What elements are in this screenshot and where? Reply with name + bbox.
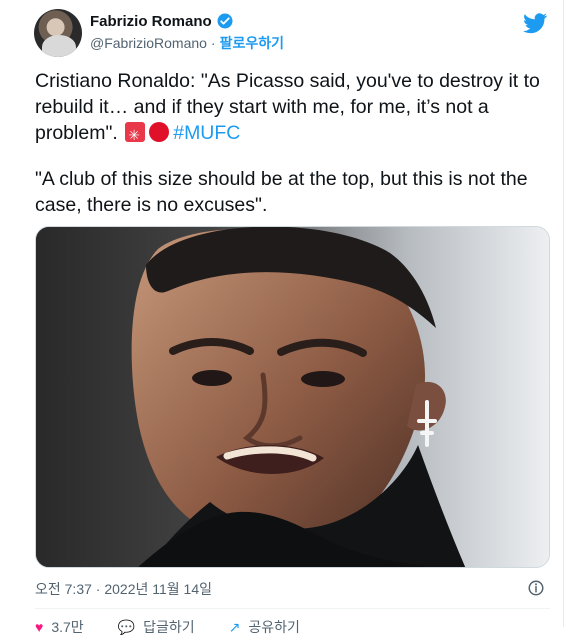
author-avatar[interactable]	[34, 9, 82, 57]
twitter-bird-icon[interactable]	[522, 10, 548, 36]
author-handle[interactable]: @FabrizioRomano	[90, 35, 207, 51]
tweet-actions: ♥ 3.7만 💬 답글하기 ↗ 공유하기	[35, 617, 300, 637]
reply-action[interactable]: 💬 답글하기	[118, 617, 195, 637]
tweet-paragraph-1-text: Cristiano Ronaldo: "As Picasso said, you…	[35, 70, 546, 144]
share-label: 공유하기	[248, 619, 300, 635]
separator-dot: ·	[210, 35, 216, 51]
hashtag-link[interactable]: #MUFC	[173, 122, 240, 144]
share-icon: ↗	[228, 618, 241, 635]
divider	[35, 608, 550, 609]
like-count: 3.7만	[51, 619, 84, 635]
share-action[interactable]: ↗ 공유하기	[229, 617, 300, 637]
photo-graphic	[36, 227, 549, 567]
verified-badge-icon	[217, 13, 233, 29]
info-icon[interactable]	[527, 579, 545, 597]
author-name[interactable]: Fabrizio Romano	[90, 13, 212, 30]
tweet-card: Fabrizio Romano @FabrizioRomano · 팔로우하기 …	[0, 0, 564, 635]
reply-icon: 💬	[117, 618, 136, 635]
author-handle-row: @FabrizioRomano · 팔로우하기	[90, 33, 284, 53]
siren-emoji	[125, 122, 146, 148]
red-circle-emoji	[149, 122, 170, 142]
tweet-timestamp[interactable]: 오전 7:37 · 2022년 11월 14일	[35, 579, 212, 599]
tweet-text: Cristiano Ronaldo: "As Picasso said, you…	[35, 68, 550, 238]
follow-button[interactable]: 팔로우하기	[220, 33, 284, 53]
heart-icon: ♥	[35, 619, 44, 635]
like-action[interactable]: ♥ 3.7만	[35, 617, 84, 637]
tweet-photo[interactable]	[35, 226, 550, 568]
tweet-paragraph-2: "A club of this size should be at the to…	[35, 168, 533, 216]
tweet-paragraph-1: Cristiano Ronaldo: "As Picasso said, you…	[35, 68, 550, 148]
reply-label: 답글하기	[143, 619, 195, 635]
author-name-row: Fabrizio Romano	[90, 12, 234, 30]
